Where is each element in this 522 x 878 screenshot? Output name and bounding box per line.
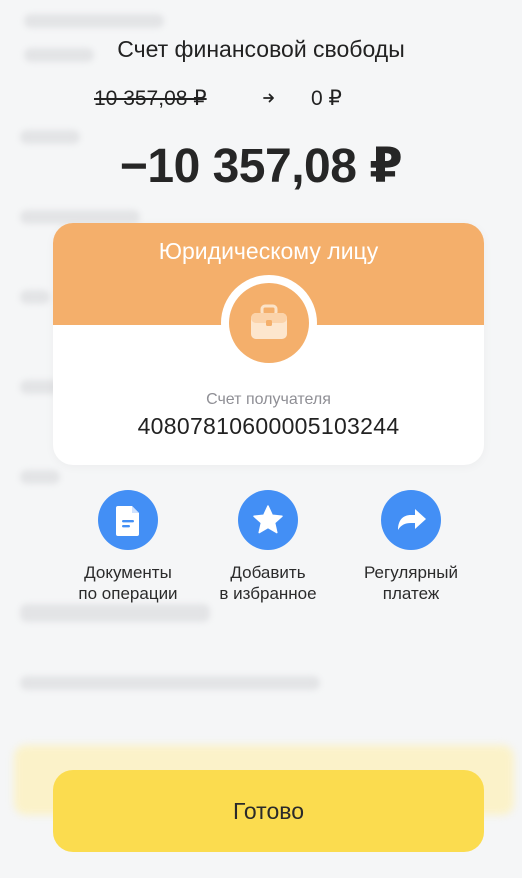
favorite-label-line2: в избранное bbox=[219, 584, 317, 603]
recipient-account-label: Счет получателя bbox=[206, 391, 331, 408]
balance-before: 10 357,08 ₽ bbox=[94, 87, 207, 110]
documents-label-line2: по операции bbox=[78, 584, 178, 603]
recipient-type-title: Юридическому лицу bbox=[158, 238, 379, 264]
recipient-account-number: 40807810600005103244 bbox=[137, 413, 400, 439]
favorite-action[interactable]: Добавить в избранное bbox=[193, 490, 343, 604]
recurring-label: Регулярный платеж bbox=[336, 562, 486, 604]
recurring-payment-button[interactable] bbox=[381, 490, 441, 550]
arrow-right-icon bbox=[263, 93, 274, 103]
add-favorite-button[interactable] bbox=[238, 490, 298, 550]
account-title: Счет финансовой свободы bbox=[117, 36, 405, 62]
ghost-line bbox=[20, 676, 320, 690]
recurring-action[interactable]: Регулярный платеж bbox=[336, 490, 486, 604]
ghost-line bbox=[20, 290, 50, 304]
documents-button[interactable] bbox=[98, 490, 158, 550]
documents-label: Документы по операции bbox=[53, 562, 203, 604]
recurring-label-line1: Регулярный bbox=[363, 563, 459, 582]
star-icon bbox=[253, 505, 283, 534]
favorite-label-line1: Добавить bbox=[230, 563, 306, 582]
balance-change: 10 357,08 ₽ 0 ₽ bbox=[0, 86, 522, 116]
ghost-line bbox=[20, 210, 140, 224]
favorite-label: Добавить в избранное bbox=[193, 562, 343, 604]
briefcase-icon bbox=[251, 304, 287, 339]
document-icon bbox=[116, 506, 139, 536]
recipient-card: Юридическому лицу Счет получателя 408078… bbox=[53, 223, 484, 465]
done-button[interactable]: Готово bbox=[53, 770, 484, 852]
recurring-label-line2: платеж bbox=[382, 584, 440, 603]
repeat-arrow-icon bbox=[398, 509, 426, 530]
ghost-line bbox=[20, 470, 60, 484]
balance-after: 0 ₽ bbox=[311, 87, 342, 110]
ghost-line bbox=[20, 604, 210, 622]
transaction-amount: −10 357,08 ₽ bbox=[119, 140, 403, 193]
documents-action[interactable]: Документы по операции bbox=[53, 490, 203, 604]
ghost-line bbox=[24, 14, 164, 28]
documents-label-line1: Документы bbox=[84, 563, 172, 582]
